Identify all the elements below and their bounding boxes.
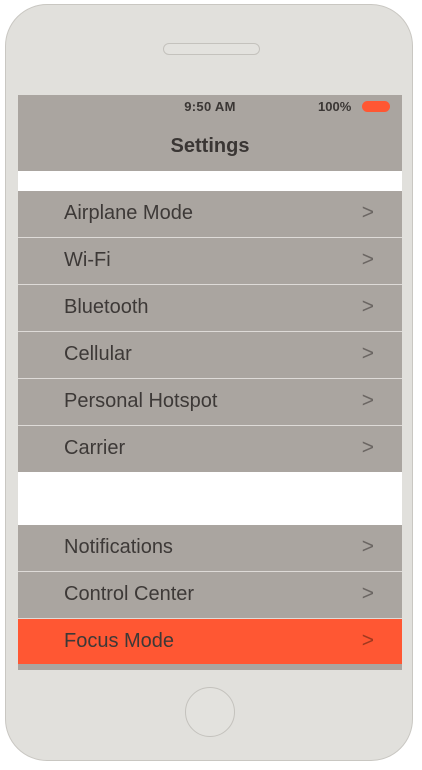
settings-group-connectivity: Airplane Mode > Wi-Fi > Bluetooth > Cell…: [18, 191, 402, 472]
row-label: Wi-Fi: [64, 249, 111, 271]
row-label: Focus Mode: [64, 630, 175, 652]
chevron-right-icon: >: [361, 248, 374, 271]
settings-row-personal-hotspot[interactable]: Personal Hotspot >: [18, 379, 402, 426]
settings-row-wifi[interactable]: Wi-Fi >: [18, 238, 402, 285]
settings-row-cellular[interactable]: Cellular >: [18, 332, 402, 379]
settings-group-system: Notifications > Control Center > Focus M…: [18, 525, 402, 665]
row-label: Bluetooth: [64, 296, 149, 318]
row-label: Airplane Mode: [64, 202, 193, 224]
chevron-right-icon: >: [361, 629, 374, 652]
home-button[interactable]: [185, 687, 235, 737]
settings-row-control-center[interactable]: Control Center >: [18, 572, 402, 619]
chevron-right-icon: >: [361, 436, 374, 459]
speaker-grille: [163, 43, 260, 55]
chevron-right-icon: >: [361, 295, 374, 318]
settings-row-airplane-mode[interactable]: Airplane Mode >: [18, 191, 402, 238]
settings-row-carrier[interactable]: Carrier >: [18, 426, 402, 472]
row-label: Cellular: [64, 343, 132, 365]
chevron-right-icon: >: [361, 342, 374, 365]
chevron-right-icon: >: [361, 389, 374, 412]
header: 9:50 AM 100% Settings: [18, 95, 402, 171]
phone-frame: 9:50 AM 100% Settings Airplane Mode > Wi…: [5, 4, 413, 761]
screen: 9:50 AM 100% Settings Airplane Mode > Wi…: [18, 95, 402, 670]
row-label: Control Center: [64, 583, 195, 605]
row-label: Personal Hotspot: [64, 390, 218, 412]
next-row-peek: [18, 664, 402, 670]
battery-full-icon: [362, 101, 390, 112]
chevron-right-icon: >: [361, 535, 374, 558]
row-label: Carrier: [64, 437, 126, 459]
row-label: Notifications: [64, 536, 173, 558]
chevron-right-icon: >: [361, 201, 374, 224]
chevron-right-icon: >: [361, 582, 374, 605]
settings-row-focus-mode[interactable]: Focus Mode >: [18, 619, 402, 665]
settings-row-bluetooth[interactable]: Bluetooth >: [18, 285, 402, 332]
settings-row-notifications[interactable]: Notifications >: [18, 525, 402, 572]
battery-percent: 100%: [318, 99, 352, 114]
page-title: Settings: [170, 135, 250, 157]
